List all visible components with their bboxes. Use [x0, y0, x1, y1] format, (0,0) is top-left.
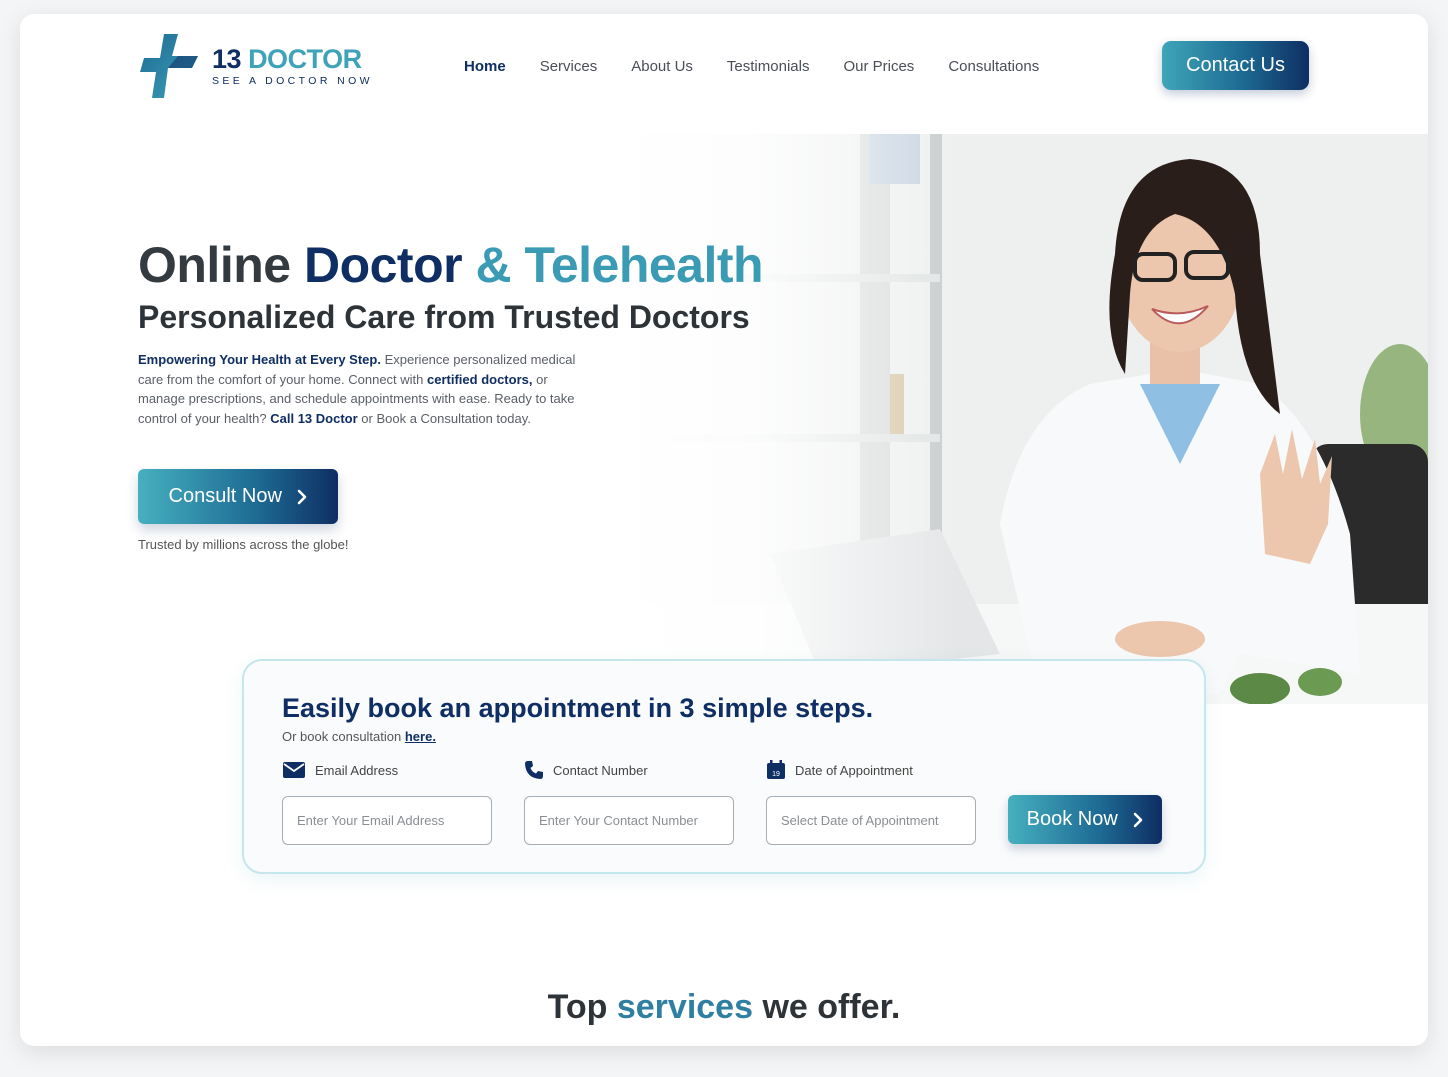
logo-word: DOCTOR	[248, 43, 362, 74]
contact-field-group: Contact Number	[524, 759, 734, 845]
logo-tagline: SEE A DOCTOR NOW	[212, 74, 373, 87]
book-now-button[interactable]: Book Now	[1008, 795, 1162, 844]
contact-label: Contact Number	[553, 762, 648, 778]
email-label: Email Address	[315, 762, 399, 778]
nav-services[interactable]: Services	[540, 58, 598, 75]
nav-consultations[interactable]: Consultations	[948, 58, 1039, 75]
chevron-right-icon	[298, 489, 307, 505]
booking-subtext: Or book consultation here.	[282, 729, 436, 744]
logo[interactable]: 13 DOCTOR SEE A DOCTOR NOW	[138, 32, 373, 100]
calendar-day: 19	[772, 771, 780, 778]
hero-image-fade	[620, 134, 960, 704]
nav-our-prices[interactable]: Our Prices	[843, 58, 914, 75]
hero-strong-2: certified doctors,	[427, 371, 533, 387]
booking-title: Easily book an appointment in 3 simple s…	[282, 693, 874, 723]
date-label: Date of Appointment	[795, 762, 913, 778]
hero-strong-3: Call 13 Doctor	[270, 410, 358, 426]
date-field-group: 19 Date of Appointment	[766, 759, 976, 845]
hero-title-amp: &	[462, 237, 525, 293]
nav-testimonials[interactable]: Testimonials	[727, 58, 810, 75]
services-heading: Top services we offer.	[20, 988, 1428, 1027]
hero-title-doctor: Doctor	[303, 237, 463, 293]
services-heading-top: Top	[547, 988, 617, 1026]
phone-icon	[525, 761, 543, 779]
nav-about-us[interactable]: About Us	[631, 58, 693, 75]
services-heading-offer: we offer.	[753, 988, 901, 1026]
hero-title-online: Online	[138, 237, 304, 293]
book-now-label: Book Now	[1026, 808, 1118, 830]
hero-description: Empowering Your Health at Every Step. Ex…	[138, 350, 598, 428]
consult-now-label: Consult Now	[168, 485, 282, 507]
booking-subtext-label: Or book consultation	[282, 729, 405, 744]
hero-strong-1: Empowering Your Health at Every Step.	[138, 352, 381, 367]
hero-title: Online Doctor & Telehealth	[138, 236, 764, 294]
contact-number-input[interactable]	[524, 796, 734, 845]
logo-number: 13	[212, 43, 242, 74]
nav-home[interactable]: Home	[464, 58, 506, 75]
chevron-right-icon	[1134, 812, 1143, 828]
logo-title: 13 DOCTOR	[212, 43, 373, 74]
booking-card: Easily book an appointment in 3 simple s…	[242, 659, 1206, 874]
main-nav: Home Services About Us Testimonials Our …	[464, 58, 1073, 75]
hero-subtitle: Personalized Care from Trusted Doctors	[138, 299, 750, 335]
email-field-group: Email Address	[282, 759, 492, 845]
contact-us-button[interactable]: Contact Us	[1162, 41, 1309, 90]
page-frame: 13 DOCTOR SEE A DOCTOR NOW Home Services…	[20, 14, 1428, 1046]
date-input[interactable]	[766, 796, 976, 845]
mail-icon	[283, 762, 305, 778]
trusted-text: Trusted by millions across the globe!	[138, 537, 349, 552]
booking-here-link[interactable]: here.	[405, 729, 436, 744]
medical-cross-icon	[140, 34, 198, 98]
calendar-icon: 19	[767, 760, 785, 779]
hero-title-telehealth: Telehealth	[524, 237, 764, 293]
services-heading-services: services	[616, 988, 753, 1026]
hero-text-3: or Book a Consultation today.	[357, 410, 531, 426]
email-input[interactable]	[282, 796, 492, 845]
consult-now-button[interactable]: Consult Now	[138, 469, 338, 524]
